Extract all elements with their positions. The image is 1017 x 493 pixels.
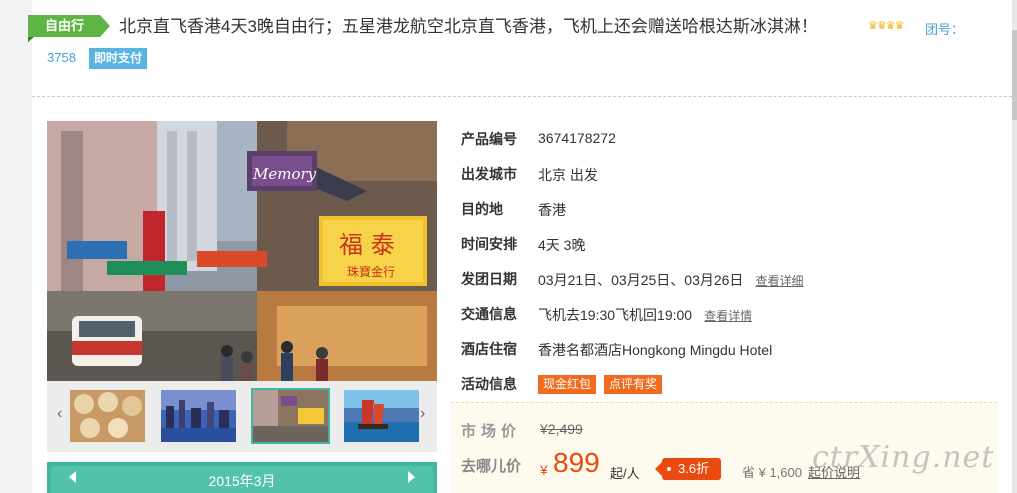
hotel-label: 酒店住宿	[461, 341, 517, 357]
scrollbar-thumb[interactable]	[1012, 30, 1017, 120]
thumb-next-icon[interactable]: ›	[420, 405, 425, 423]
price-amount: 899	[553, 447, 600, 478]
dates-value: 03月21日、03月25日、03月26日	[538, 272, 744, 288]
product-id-label: 产品编号	[461, 131, 517, 147]
product-id-value: 3674178272	[538, 130, 616, 146]
transport-value: 飞机去19:30飞机回19:00	[538, 307, 693, 323]
site-watermark: ctrXing.net	[812, 440, 995, 475]
thumbnail-harbour-night[interactable]	[161, 390, 236, 442]
transport-value-wrap: 飞机去19:30飞机回19:00 查看详情	[538, 305, 752, 325]
transport-label: 交通信息	[461, 306, 517, 322]
activity-promos: 现金红包 点评有奖	[538, 375, 670, 394]
thumbnail-junk-boat[interactable]	[344, 390, 419, 442]
promo-review-reward[interactable]: 点评有奖	[604, 375, 663, 394]
market-price-value: ¥2,499	[540, 421, 583, 437]
destination-label: 目的地	[461, 201, 503, 217]
market-price-label: 市场价	[461, 423, 522, 440]
svg-text:Memory: Memory	[252, 165, 317, 183]
calendar-next-icon[interactable]	[408, 471, 415, 483]
thumbnail-strip: ‹ ›	[47, 381, 437, 452]
instant-pay-badge: 即时支付	[89, 48, 148, 69]
thumbnail-dim-sum[interactable]	[70, 390, 145, 442]
destination-value: 香港	[538, 202, 566, 218]
discount-value: 3.6折	[678, 461, 710, 476]
product-title: 北京直飞香港4天3晚自由行；五星港龙航空北京直飞香港，飞机上还会赠送哈根达斯冰淇…	[119, 17, 818, 36]
free-travel-tag: 自由行	[28, 15, 111, 42]
header-divider	[32, 96, 1012, 97]
price-unit: 起/人	[610, 466, 640, 481]
price-currency: ¥	[540, 462, 548, 478]
svg-text:福 泰: 福 泰	[339, 231, 395, 259]
schedule-label: 时间安排	[461, 236, 517, 252]
thumb-prev-icon[interactable]: ‹	[57, 405, 62, 423]
discount-badge: 3.6折	[654, 458, 722, 480]
dates-detail-link[interactable]: 查看详细	[755, 274, 803, 288]
group-number-value: 3758	[47, 50, 76, 65]
saving-text: 省 ¥ 1,600	[742, 465, 802, 480]
rating-crown-icons: ♛♛♛♛	[868, 20, 904, 32]
promo-cash-redpacket[interactable]: 现金红包	[538, 375, 597, 394]
discount-dot-icon	[667, 467, 671, 471]
schedule-value: 4天 3晚	[538, 237, 586, 253]
calendar-month-label: 2015年3月	[208, 473, 276, 489]
dates-value-wrap: 03月21日、03月25日、03月26日 查看详细	[538, 270, 803, 290]
qunar-price-label: 去哪儿价	[461, 458, 522, 475]
transport-detail-link[interactable]: 查看详情	[704, 309, 752, 323]
departure-label: 出发城市	[461, 166, 517, 182]
departure-value: 北京 出发	[538, 167, 598, 183]
svg-text:珠寶金行: 珠寶金行	[347, 264, 395, 279]
hotel-value: 香港名都酒店Hongkong Mingdu Hotel	[538, 342, 773, 358]
calendar-header: 2015年3月	[47, 462, 437, 493]
activity-label: 活动信息	[461, 376, 517, 392]
thumbnail-street-signs[interactable]	[251, 388, 330, 444]
dates-label: 发团日期	[461, 271, 517, 287]
group-number-label: 团号：	[925, 22, 965, 37]
main-photo: Memory 福 泰 珠寶金行	[47, 121, 437, 381]
